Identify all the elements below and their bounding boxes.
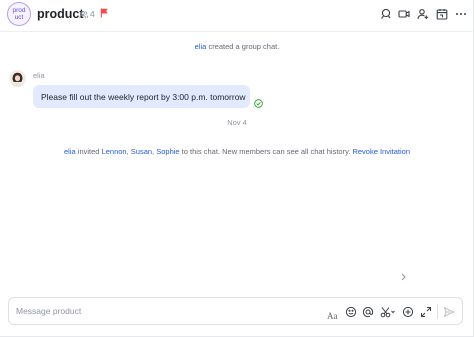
invitee-link[interactable]: Susan (131, 147, 152, 156)
system-text: invited (77, 147, 100, 156)
member-count-value: 4 (90, 9, 95, 19)
font-icon[interactable]: Aa (327, 306, 339, 321)
read-receipt-icon[interactable] (254, 99, 263, 108)
avatar[interactable] (9, 70, 26, 87)
message-composer: Aa (8, 297, 463, 325)
calendar-icon[interactable] (436, 8, 448, 20)
date-separator: Nov 4 (227, 118, 247, 127)
sender-name[interactable]: elia (33, 71, 45, 80)
chat-header: prod uct product 4 (0, 0, 474, 32)
add-member-icon[interactable] (417, 8, 429, 20)
scissors-icon[interactable] (380, 306, 396, 318)
user-link[interactable]: elia (64, 147, 76, 156)
emoji-icon[interactable] (345, 306, 357, 318)
system-text: created a group chat. (208, 42, 280, 51)
mention-icon[interactable] (362, 306, 374, 318)
send-icon[interactable] (443, 306, 455, 318)
toolbar-divider (437, 304, 438, 319)
revoke-invitation-link[interactable]: Revoke Invitation (352, 147, 410, 156)
invitee-link[interactable]: Sophie (156, 147, 179, 156)
message-input[interactable] (16, 303, 316, 319)
font-icon-glyph: Aa (327, 311, 338, 321)
system-text: to this chat. New members can see all ch… (181, 147, 351, 156)
chat-title[interactable]: product (37, 7, 84, 21)
flag-icon[interactable] (100, 8, 109, 18)
expand-icon[interactable] (420, 306, 432, 318)
user-link[interactable]: elia (195, 42, 207, 51)
message-text: Please fill out the weekly report by 3:0… (41, 92, 246, 102)
chevron-right-icon[interactable] (400, 273, 407, 281)
system-message-invited: elia invited Lennon, Susan, Sophie to th… (0, 147, 474, 156)
invitee-link[interactable]: Lennon (102, 147, 127, 156)
chat-window: prod uct product 4 elia created a group … (0, 0, 474, 337)
group-avatar[interactable]: prod uct (7, 2, 31, 26)
video-call-icon[interactable] (398, 8, 410, 20)
members-icon (79, 10, 88, 18)
more-icon[interactable] (455, 8, 467, 20)
add-icon[interactable] (402, 306, 414, 318)
system-message-created: elia created a group chat. (0, 42, 474, 51)
message-bubble[interactable]: Please fill out the weekly report by 3:0… (33, 85, 250, 108)
search-icon[interactable] (380, 8, 392, 20)
member-count[interactable]: 4 (79, 9, 95, 19)
